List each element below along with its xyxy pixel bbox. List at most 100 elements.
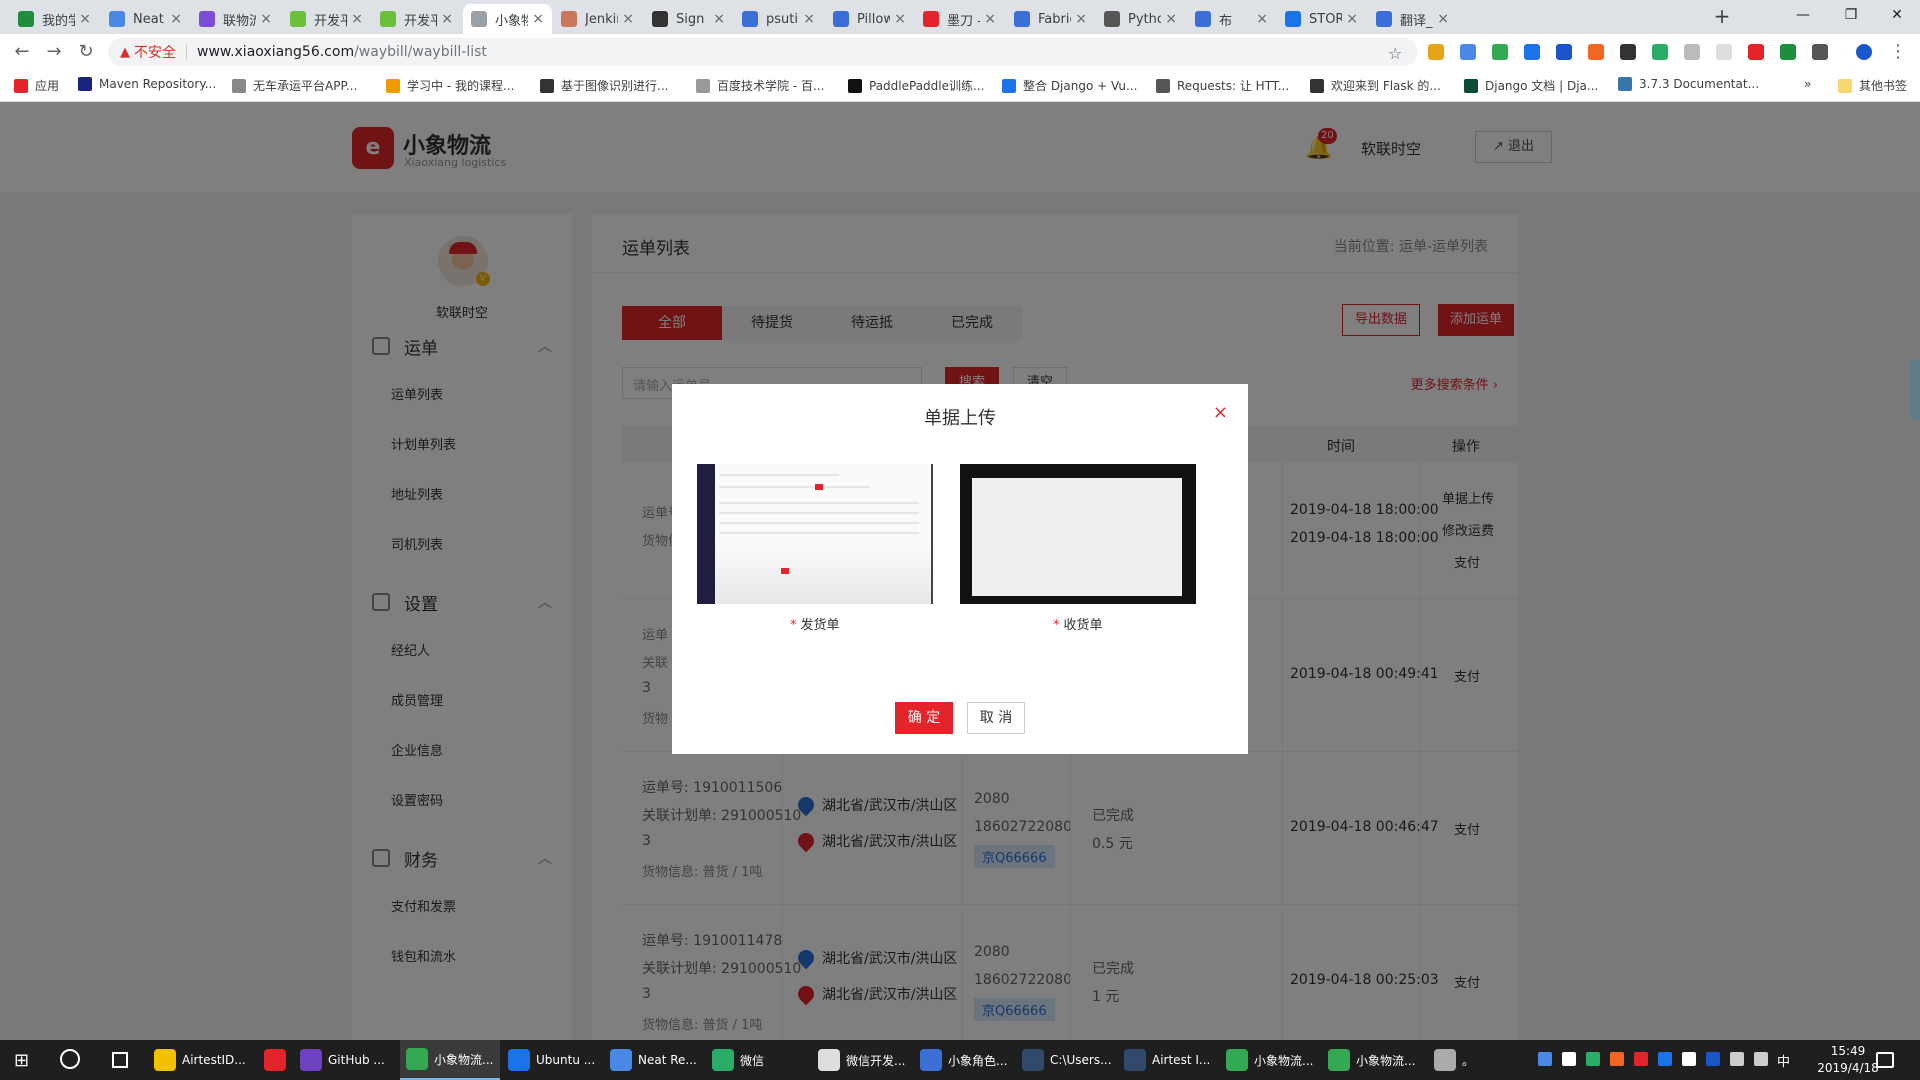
volume-icon[interactable] xyxy=(1754,1052,1768,1066)
browser-tab[interactable]: Fabric× xyxy=(1006,4,1095,34)
tab-close-icon[interactable]: × xyxy=(1256,11,1268,27)
bookmark-item[interactable]: 欢迎来到 Flask 的... xyxy=(1310,77,1441,94)
taskbar-app[interactable]: 微信 xyxy=(706,1040,808,1080)
browser-tab[interactable]: STORY× xyxy=(1277,4,1366,34)
taskbar-app[interactable]: Ubuntu ... xyxy=(502,1040,602,1080)
close-icon[interactable]: × xyxy=(1213,402,1228,423)
taskbar-app[interactable]: GitHub ... xyxy=(294,1040,396,1080)
browser-tab[interactable]: psutil_× xyxy=(734,4,823,34)
taskbar-app[interactable]: Neat Re... xyxy=(604,1040,704,1080)
restore-button[interactable]: ❐ xyxy=(1828,0,1874,30)
browser-tab[interactable]: 我的学 × xyxy=(10,4,99,34)
tray-icon[interactable] xyxy=(1634,1052,1648,1066)
taskbar-app[interactable] xyxy=(258,1040,290,1080)
menu-icon[interactable]: ⋮ xyxy=(1886,40,1910,64)
extension-icon[interactable] xyxy=(1812,44,1828,60)
tab-close-icon[interactable]: × xyxy=(1346,11,1358,27)
bookmark-item[interactable]: 无车承运平台APP... xyxy=(232,77,357,94)
browser-tab[interactable]: Sign in× xyxy=(644,4,733,34)
bookmark-item[interactable]: 学习中 - 我的课程... xyxy=(386,77,514,94)
notification-center-icon[interactable] xyxy=(1876,1052,1894,1068)
tray-icon[interactable] xyxy=(1658,1052,1672,1066)
browser-tab[interactable]: 墨刀 - 2× xyxy=(915,4,1004,34)
taskbar-app[interactable]: C:\Users... xyxy=(1016,1040,1116,1080)
network-icon[interactable] xyxy=(1730,1052,1744,1066)
cancel-button[interactable]: 取 消 xyxy=(967,702,1025,734)
bookmarks-overflow-icon[interactable]: » xyxy=(1804,77,1811,91)
extension-icon[interactable] xyxy=(1556,44,1572,60)
taskbar-app[interactable]: 。 xyxy=(1428,1040,1488,1080)
bookmark-item[interactable]: PaddlePaddle训练... xyxy=(848,77,984,94)
side-panel-handle[interactable] xyxy=(1910,360,1920,420)
taskbar-app[interactable]: Airtest I... xyxy=(1118,1040,1218,1080)
extension-icon[interactable] xyxy=(1588,44,1604,60)
tab-close-icon[interactable]: × xyxy=(79,11,91,27)
bookmark-item[interactable]: 基于图像识别进行... xyxy=(540,77,668,94)
address-bar[interactable]: ▲ 不安全 www.xiaoxiang56.com /waybill/waybi… xyxy=(108,38,1418,66)
browser-tab[interactable]: Pillow × xyxy=(825,4,914,34)
tab-close-icon[interactable]: × xyxy=(441,11,453,27)
wechat-tray-icon[interactable] xyxy=(1586,1052,1600,1066)
tab-close-icon[interactable]: × xyxy=(803,11,815,27)
extension-icon[interactable] xyxy=(1652,44,1668,60)
confirm-button[interactable]: 确 定 xyxy=(895,702,953,734)
taskbar-app[interactable]: AirtestID... xyxy=(148,1040,254,1080)
sync-icon[interactable] xyxy=(1524,44,1540,60)
tray-icon[interactable] xyxy=(1562,1052,1576,1066)
tray-icon[interactable] xyxy=(1610,1052,1624,1066)
browser-tab[interactable]: 布 × xyxy=(1187,4,1276,34)
tab-close-icon[interactable]: × xyxy=(1075,11,1087,27)
back-icon[interactable]: ← xyxy=(10,40,34,64)
clock-date[interactable]: 2019/4/18 xyxy=(1810,1061,1886,1075)
extension-icon[interactable] xyxy=(1748,44,1764,60)
tab-close-icon[interactable]: × xyxy=(1165,11,1177,27)
bookmark-item[interactable]: 整合 Django + Vu... xyxy=(1002,77,1137,94)
tab-close-icon[interactable]: × xyxy=(532,11,544,27)
tab-close-icon[interactable]: × xyxy=(260,11,272,27)
extension-icon[interactable] xyxy=(1780,44,1796,60)
ime-indicator[interactable]: 中 xyxy=(1777,1051,1790,1070)
clock-time[interactable]: 15:49 xyxy=(1816,1044,1880,1058)
tab-close-icon[interactable]: × xyxy=(1437,11,1449,27)
extension-icon[interactable] xyxy=(1428,44,1444,60)
browser-tab[interactable]: 开发平台× xyxy=(282,4,371,34)
tab-close-icon[interactable]: × xyxy=(894,11,906,27)
close-window-button[interactable]: ✕ xyxy=(1874,0,1920,30)
taskbar-app[interactable]: 微信开发... xyxy=(812,1040,912,1080)
extension-icon[interactable] xyxy=(1620,44,1636,60)
tab-close-icon[interactable]: × xyxy=(351,11,363,27)
taskbar-app[interactable]: 小象物流... xyxy=(1220,1040,1320,1080)
bookmark-item[interactable]: 3.7.3 Documentat... xyxy=(1618,77,1759,91)
forward-icon[interactable]: → xyxy=(42,40,66,64)
browser-tab[interactable]: 开发平台× xyxy=(372,4,461,34)
browser-tab[interactable]: 小象物流× xyxy=(463,4,552,34)
browser-tab[interactable]: 联物流 × xyxy=(191,4,280,34)
bookmark-item[interactable]: 百度技术学院 - 百... xyxy=(696,77,824,94)
other-bookmarks[interactable]: 其他书签 xyxy=(1838,77,1907,94)
browser-tab[interactable]: Python× xyxy=(1096,4,1185,34)
browser-tab[interactable]: Neat Re× xyxy=(101,4,190,34)
bookmark-star-icon[interactable]: ☆ xyxy=(1388,44,1402,63)
tab-close-icon[interactable]: × xyxy=(622,11,634,27)
minimize-button[interactable]: — xyxy=(1780,0,1826,30)
bookmark-item[interactable]: Requests: 让 HTT... xyxy=(1156,77,1289,94)
receipt-document-thumbnail[interactable] xyxy=(960,464,1196,604)
browser-tab[interactable]: 翻译_百× xyxy=(1368,4,1457,34)
new-tab-button[interactable]: + xyxy=(1709,4,1735,28)
task-view-icon[interactable] xyxy=(112,1052,128,1068)
profile-avatar-icon[interactable] xyxy=(1856,44,1872,60)
reload-icon[interactable]: ↻ xyxy=(74,40,98,64)
taskbar-app[interactable]: 小象物流... xyxy=(400,1040,500,1080)
tab-close-icon[interactable]: × xyxy=(170,11,182,27)
tab-close-icon[interactable]: × xyxy=(984,11,996,27)
bookmark-item[interactable]: 应用 xyxy=(14,77,59,94)
shield-icon[interactable] xyxy=(1492,44,1508,60)
extension-icon[interactable] xyxy=(1716,44,1732,60)
shield-tray-icon[interactable] xyxy=(1682,1052,1696,1066)
bluetooth-icon[interactable] xyxy=(1706,1052,1720,1066)
taskbar-app[interactable]: 小象角色... xyxy=(914,1040,1014,1080)
browser-tab[interactable]: Jenkins× xyxy=(553,4,642,34)
search-icon[interactable] xyxy=(60,1049,80,1069)
bookmark-item[interactable]: Maven Repository... xyxy=(78,77,216,91)
translate-icon[interactable] xyxy=(1460,44,1476,60)
